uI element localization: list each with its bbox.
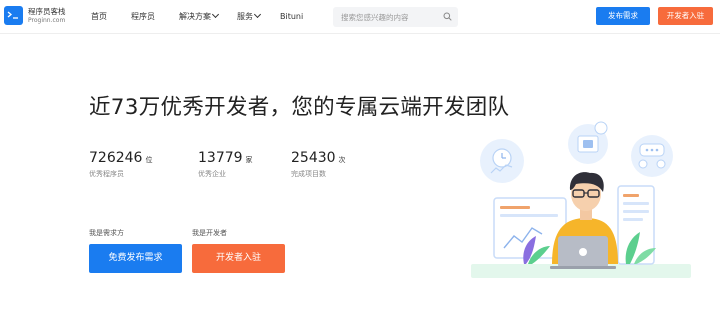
nav-services-label: 服务 <box>237 12 253 21</box>
nav-bituni[interactable]: Bituni <box>280 12 303 22</box>
developer-join-button[interactable]: 开发者入驻 <box>658 7 713 25</box>
nav-solutions[interactable]: 解决方案 <box>179 10 220 22</box>
nav-programmers[interactable]: 程序员 <box>131 12 155 22</box>
stat-unit: 位 <box>145 156 153 164</box>
chevron-down-icon <box>253 10 262 19</box>
stat-companies-label: 优秀企业 <box>198 170 226 178</box>
stat-projects-label: 完成项目数 <box>291 170 326 178</box>
search-input[interactable] <box>341 10 441 24</box>
role-developer-label: 我是开发者 <box>192 229 227 237</box>
search-box[interactable] <box>333 7 458 27</box>
stat-unit: 家 <box>245 156 253 164</box>
role-demander-label: 我是需求方 <box>89 229 124 237</box>
top-nav-bar: 程序员客栈 Proginn.com 首页 程序员 解决方案 服务 Bituni … <box>0 0 720 34</box>
nav-programmers-label: 程序员 <box>131 12 155 21</box>
developer-register-button[interactable]: 开发者入驻 <box>192 244 285 273</box>
stat-value: 726246 <box>89 150 143 166</box>
stat-value: 13779 <box>198 150 243 166</box>
developer-illustration <box>471 121 691 278</box>
free-publish-button[interactable]: 免费发布需求 <box>89 244 182 273</box>
search-icon[interactable] <box>443 12 452 21</box>
hero-title: 近73万优秀开发者，您的专属云端开发团队 <box>89 95 510 120</box>
logo-domain: Proginn.com <box>28 17 66 24</box>
logo-icon[interactable] <box>4 6 23 25</box>
nav-home-label: 首页 <box>91 12 107 21</box>
logo-name[interactable]: 程序员客栈 <box>28 7 66 16</box>
stat-programmers-label: 优秀程序员 <box>89 170 124 178</box>
stat-programmers: 726246 位 <box>89 150 152 168</box>
stat-unit: 次 <box>338 156 346 164</box>
stat-value: 25430 <box>291 150 336 166</box>
publish-demand-button[interactable]: 发布需求 <box>596 7 650 25</box>
nav-bituni-label: Bituni <box>280 12 304 21</box>
nav-home[interactable]: 首页 <box>91 12 107 22</box>
chevron-down-icon <box>211 10 220 19</box>
nav-services[interactable]: 服务 <box>237 10 262 22</box>
stat-companies: 13779 家 <box>198 150 253 168</box>
nav-solutions-label: 解决方案 <box>179 12 211 21</box>
stat-projects: 25430 次 <box>291 150 346 168</box>
